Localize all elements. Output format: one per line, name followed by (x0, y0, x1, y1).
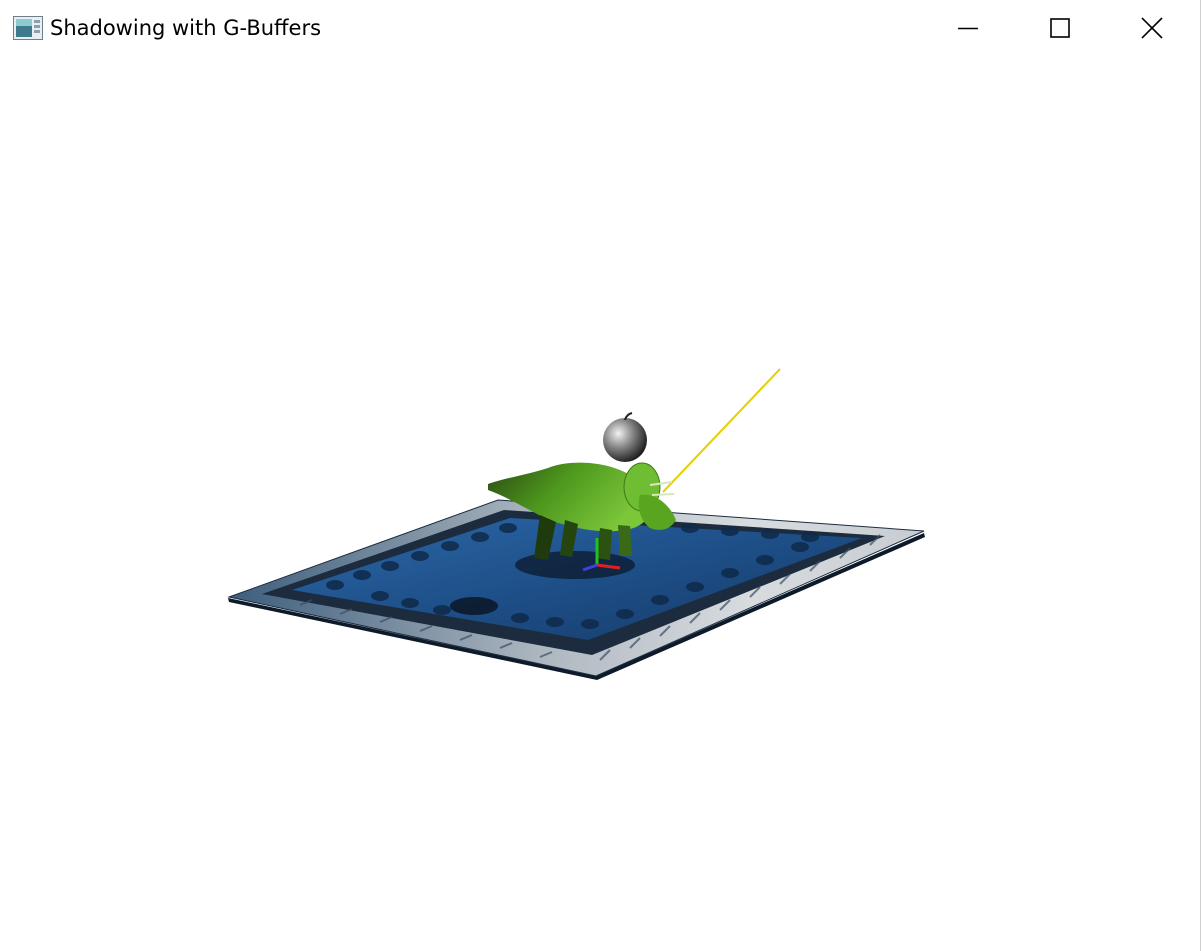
close-icon (1141, 17, 1163, 39)
application-icon[interactable] (13, 16, 43, 40)
close-button[interactable] (1106, 0, 1198, 56)
title-bar[interactable]: Shadowing with G-Buffers (0, 0, 1200, 56)
light-ray (662, 368, 781, 493)
dinosaur-shadow (515, 551, 635, 579)
window-title: Shadowing with G-Buffers (50, 16, 322, 40)
apple (603, 412, 647, 462)
maximize-button[interactable] (1014, 0, 1106, 56)
app-window: Shadowing with G-Buffers (0, 0, 1201, 951)
maximize-icon (1050, 18, 1070, 38)
render-viewport[interactable] (0, 56, 1200, 951)
minimize-icon (958, 18, 978, 38)
minimize-button[interactable] (922, 0, 1014, 56)
